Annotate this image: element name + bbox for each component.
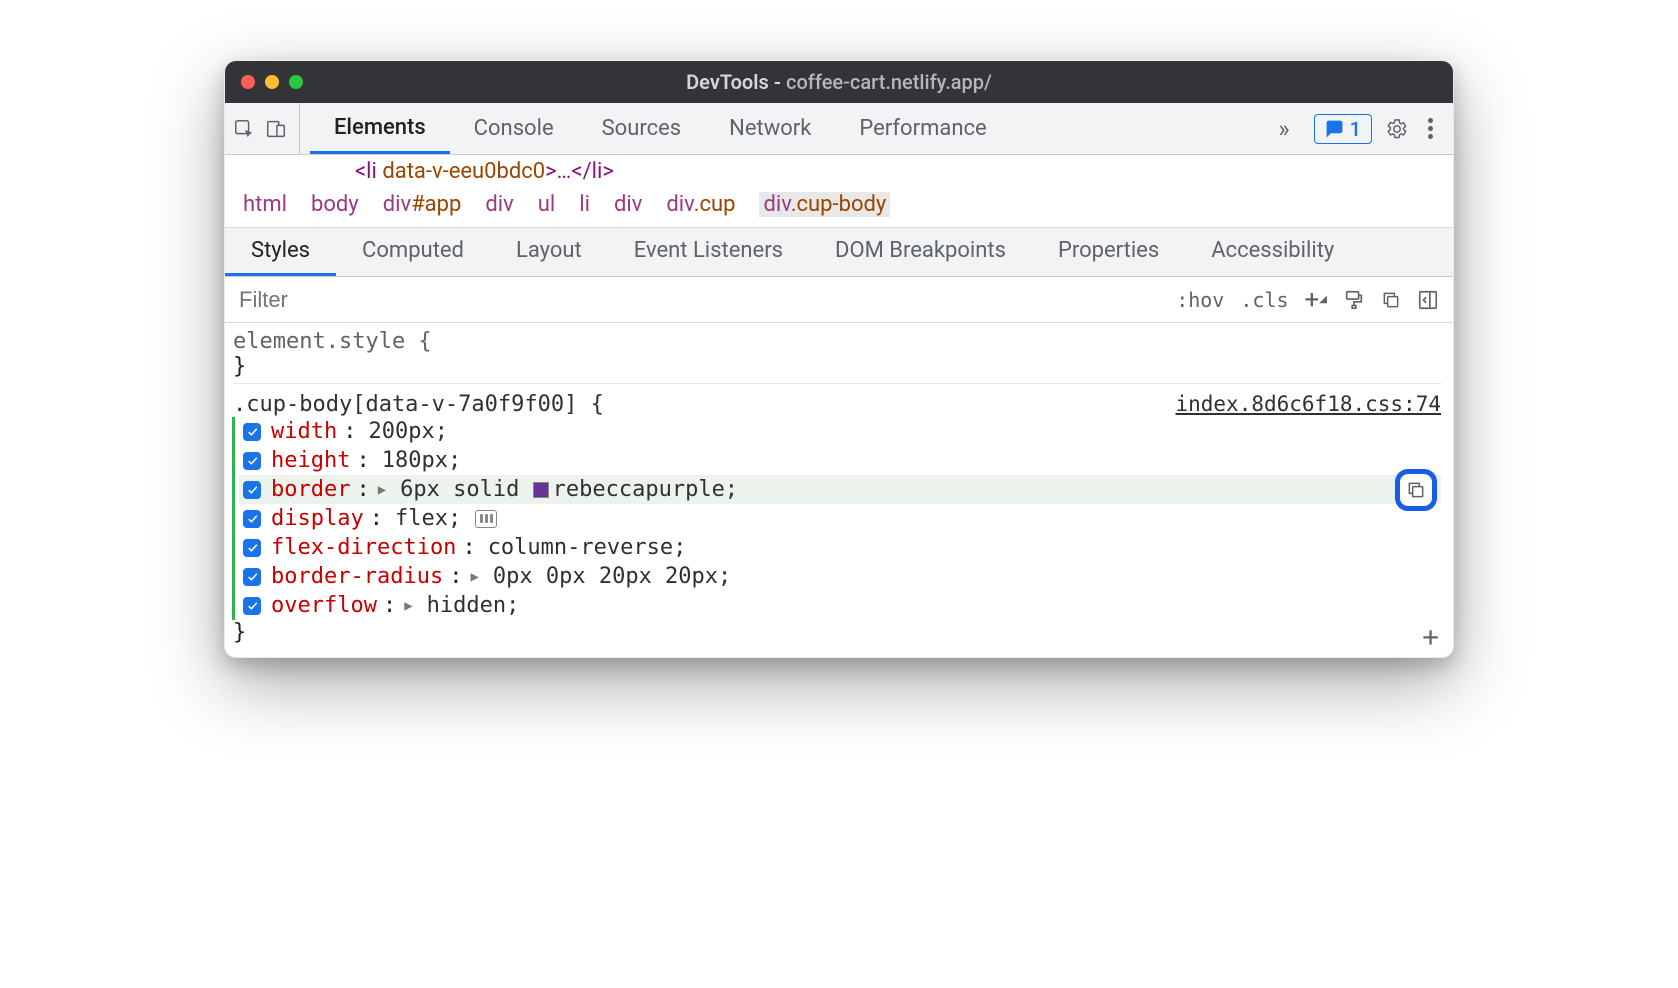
prop-value: column-reverse; [488,535,687,560]
expand-icon[interactable]: ▶ [470,569,478,585]
rule-selector[interactable]: .cup-body[data-v-7a0f9f00] { [233,392,604,417]
prop-value: 200px; [368,419,447,444]
prop-value: hidden; [427,593,520,618]
rule-header: .cup-body[data-v-7a0f9f00] { index.8d6c6… [233,383,1441,417]
subtab-accessibility[interactable]: Accessibility [1185,228,1360,276]
titlebar: DevTools - coffee-cart.netlify.app/ [225,61,1453,103]
tab-console[interactable]: Console [450,103,578,154]
expand-icon[interactable]: ▶ [404,598,412,614]
prop-width[interactable]: width:200px; [239,417,1441,446]
color-swatch[interactable] [533,482,549,498]
breadcrumb: htmlbodydiv#appdivullidivdiv.cupdiv.cup-… [225,186,1453,227]
styles-pane: element.style { } .cup-body[data-v-7a0f9… [225,323,1453,657]
maximize-button[interactable] [289,75,303,89]
subtab-event-listeners[interactable]: Event Listeners [608,228,809,276]
computed-panel-toggle-icon[interactable] [1417,289,1439,311]
main-tabs: ElementsConsoleSourcesNetworkPerformance [310,103,1260,154]
issues-badge[interactable]: 1 [1314,114,1372,144]
hov-toggle[interactable]: :hov [1176,288,1224,312]
prop-value: flex; [395,506,461,531]
checkbox-icon[interactable] [243,423,261,441]
checkbox-icon[interactable] [243,510,261,528]
styles-subtabs: StylesComputedLayoutEvent ListenersDOM B… [225,228,1453,277]
device-toggle-icon[interactable] [265,118,287,140]
flexbox-editor-icon[interactable] [475,510,497,528]
prop-name: flex-direction [271,535,456,560]
element-style-rule[interactable]: element.style { } [233,329,1441,379]
new-style-rule-button[interactable]: +◢ [1305,285,1327,315]
dom-section: <li data-v-eeu0bdc0>…</li> html body div#a… [225,155,1453,228]
cls-toggle[interactable]: .cls [1240,288,1288,312]
source-link[interactable]: index.8d6c6f18.css:74 [1175,392,1441,416]
tab-performance[interactable]: Performance [835,103,1010,154]
prop-value: 6px solid rebeccapurple; [400,477,738,502]
subtab-styles[interactable]: Styles [225,228,336,276]
crumb-li[interactable]: li [579,192,590,217]
tab-network[interactable]: Network [705,103,835,154]
expand-icon[interactable]: ▶ [378,482,386,498]
css-properties: width:200px;height:180px;border:▶6px sol… [232,417,1441,620]
subtab-properties[interactable]: Properties [1032,228,1185,276]
crumb-ul[interactable]: ul [538,192,555,217]
prop-name: display [271,506,364,531]
title-prefix: DevTools - [686,70,786,94]
crumb-div.cup-body[interactable]: div.cup-body [759,192,890,217]
prop-name: width [271,419,337,444]
inspect-icon[interactable] [233,118,255,140]
styles-filter-row: :hov .cls +◢ [225,277,1453,323]
close-brace: } [233,620,246,645]
copy-styles-icon[interactable] [1381,290,1401,310]
crumb-html[interactable]: html [243,192,287,217]
more-tabs-button[interactable]: » [1260,115,1307,143]
kebab-menu-icon[interactable] [1422,118,1439,139]
settings-icon[interactable] [1386,118,1408,140]
checkbox-icon[interactable] [243,597,261,615]
prop-value: 0px 0px 20px 20px; [493,564,731,589]
filter-input[interactable] [225,287,1162,313]
prop-name: overflow [271,593,377,618]
subtab-layout[interactable]: Layout [490,228,608,276]
subtab-dom-breakpoints[interactable]: DOM Breakpoints [809,228,1032,276]
crumb-div#app[interactable]: div#app [383,192,462,217]
title-url: coffee-cart.netlify.app/ [786,70,992,94]
dom-preview-line: <li data-v-eeu0bdc0>…</li> [225,159,1453,186]
prop-height[interactable]: height:180px; [239,446,1441,475]
tab-elements[interactable]: Elements [310,103,450,154]
checkbox-icon[interactable] [243,452,261,470]
traffic-lights [241,75,303,89]
prop-name: height [271,448,350,473]
prop-name: border [271,477,350,502]
prop-name: border-radius [271,564,443,589]
checkbox-icon[interactable] [243,539,261,557]
crumb-div.cup[interactable]: div.cup [666,192,735,217]
badge-count: 1 [1350,117,1361,141]
subtab-computed[interactable]: Computed [336,228,490,276]
checkbox-icon[interactable] [243,568,261,586]
checkbox-icon[interactable] [243,481,261,499]
add-rule-button[interactable]: + [1422,623,1439,651]
prop-display[interactable]: display:flex; [239,504,1441,533]
prop-value: 180px; [382,448,461,473]
window-title: DevTools - coffee-cart.netlify.app/ [225,70,1453,94]
paint-icon[interactable] [1343,289,1365,311]
element-style-selector: element.style { [233,329,432,354]
minimize-button[interactable] [265,75,279,89]
tab-sources[interactable]: Sources [578,103,706,154]
prop-overflow[interactable]: overflow:▶hidden; [239,591,1441,620]
close-button[interactable] [241,75,255,89]
main-toolbar: ElementsConsoleSourcesNetworkPerformance… [225,103,1453,155]
prop-border[interactable]: border:▶6px solid rebeccapurple; [239,475,1441,504]
devtools-window: DevTools - coffee-cart.netlify.app/ Elem… [224,60,1454,658]
crumb-body[interactable]: body [311,192,359,217]
prop-border-radius[interactable]: border-radius:▶0px 0px 20px 20px; [239,562,1441,591]
close-brace: } [233,354,246,379]
crumb-div[interactable]: div [614,192,642,217]
crumb-div[interactable]: div [485,192,513,217]
prop-flex-direction[interactable]: flex-direction:column-reverse; [239,533,1441,562]
